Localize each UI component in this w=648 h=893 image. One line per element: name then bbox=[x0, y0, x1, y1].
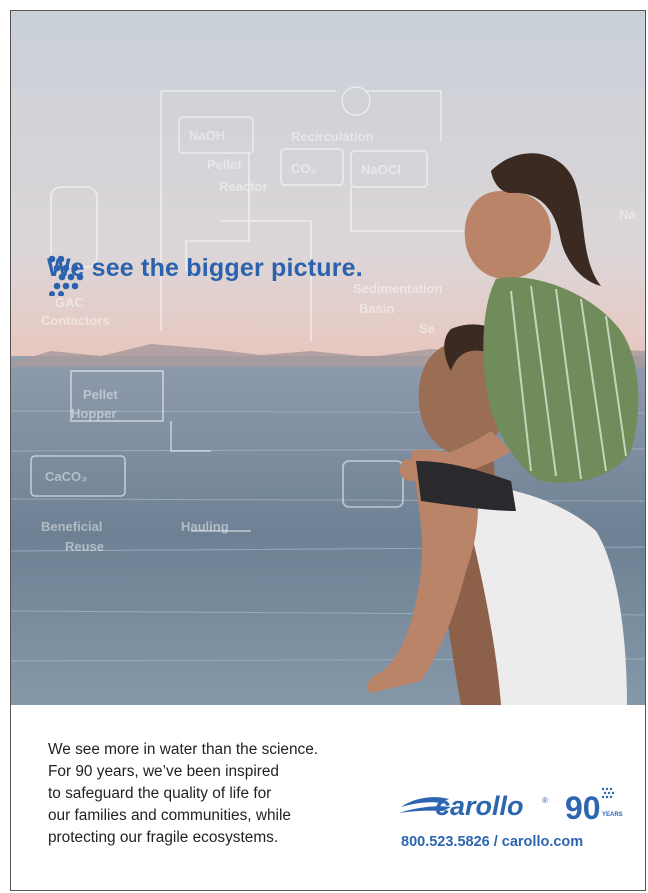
registered-mark: ® bbox=[542, 796, 548, 805]
diagram-label: Se bbox=[419, 321, 435, 336]
body-copy-line: We see more in water than the science. bbox=[48, 741, 319, 758]
diagram-label: Recirculation bbox=[291, 129, 373, 144]
hero-photo-illustration: NaOH Recirculation Pellet Reactor CO₂ Na… bbox=[11, 11, 645, 705]
diagram-label: Pellet bbox=[83, 387, 118, 402]
diagram-label: Pellet bbox=[207, 157, 242, 172]
diagram-label: NaOCl bbox=[361, 162, 401, 177]
body-copy-line: For 90 years, we’ve been inspired bbox=[48, 763, 279, 780]
body-copy-line: protecting our fragile ecosystems. bbox=[48, 829, 279, 846]
carollo-logo: carollo ® 90 YEARS bbox=[399, 787, 623, 825]
dot-grid-icon bbox=[48, 255, 84, 296]
contact-line: 800.523.5826 / carollo.com bbox=[401, 834, 584, 850]
diagram-label: Contactors bbox=[41, 313, 110, 328]
diagram-label: NaOH bbox=[189, 128, 225, 143]
diagram-label: Basin bbox=[359, 301, 394, 316]
diagram-label: Hopper bbox=[71, 406, 117, 421]
headline-text: We see the bigger picture. bbox=[47, 254, 363, 282]
body-copy: We see more in water than the science. F… bbox=[48, 739, 378, 849]
diagram-label: GAC bbox=[55, 295, 85, 310]
anniversary-number: 90 bbox=[565, 790, 601, 825]
diagram-label: CaCO₃ bbox=[45, 469, 87, 484]
diagram-label: Reuse bbox=[65, 539, 104, 554]
diagram-label: Beneficial bbox=[41, 519, 102, 534]
advertisement-page: NaOH Recirculation Pellet Reactor CO₂ Na… bbox=[10, 10, 646, 891]
diagram-label: Hauling bbox=[181, 519, 229, 534]
anniversary-word: YEARS bbox=[602, 812, 623, 818]
diagram-label: CO₂ bbox=[291, 161, 317, 176]
diagram-label: Na bbox=[619, 207, 636, 222]
diagram-label: Reactor bbox=[219, 179, 267, 194]
diagram-label: Sedimentation bbox=[353, 281, 443, 296]
headline: We see the bigger picture. bbox=[47, 254, 363, 296]
hero-photo: NaOH Recirculation Pellet Reactor CO₂ Na… bbox=[11, 11, 645, 705]
logo-text: carollo bbox=[435, 791, 524, 821]
body-copy-line: our families and communities, while bbox=[48, 807, 291, 824]
90-years-badge: 90 YEARS bbox=[565, 787, 623, 825]
body-copy-line: to safeguard the quality of life for bbox=[48, 785, 272, 802]
